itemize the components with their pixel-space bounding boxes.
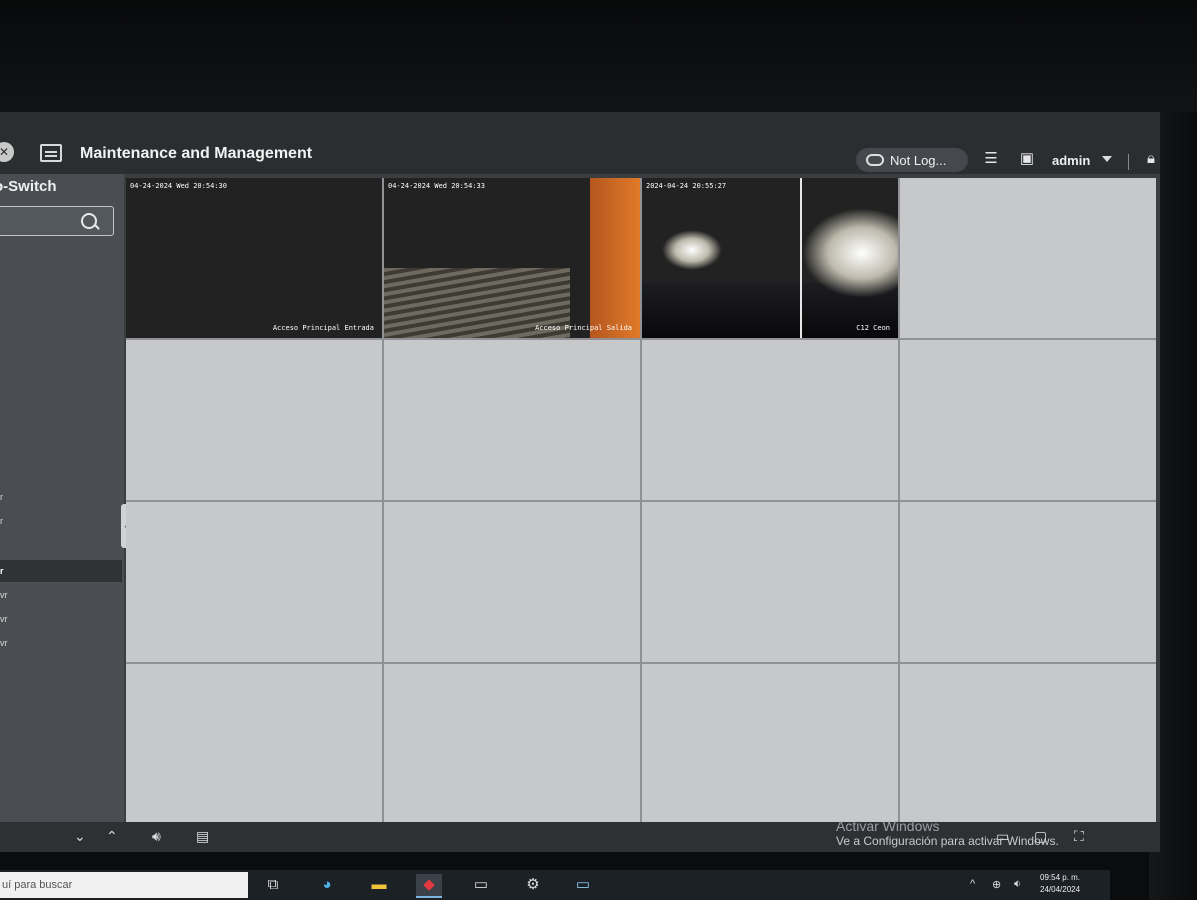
mail-icon[interactable]: ▭ <box>570 874 596 896</box>
camera-tile-2[interactable]: 04-24-2024 Wed 20:54:33 Acceso Principal… <box>384 178 640 338</box>
task-view-icon[interactable]: ⧉ <box>260 874 286 896</box>
chevron-up-icon[interactable]: ^ <box>970 878 975 890</box>
empty-tile[interactable] <box>642 340 898 500</box>
cloud-status-label: Not Log... <box>890 152 947 168</box>
empty-tile[interactable] <box>900 664 1156 824</box>
clock[interactable]: 09:54 p. m. 24/04/2024 <box>1040 872 1080 896</box>
sidebar-item-selected[interactable]: r <box>0 560 122 582</box>
cloud-login-button[interactable]: Not Log... <box>856 148 968 172</box>
image-icon[interactable]: ▣ <box>1016 150 1038 168</box>
empty-tile[interactable] <box>384 664 640 824</box>
sidebar-item[interactable]: r <box>0 510 122 532</box>
title-bar: ✕ Maintenance and Management Not Log... … <box>0 112 1160 174</box>
taskbar-search-input[interactable]: uí para buscar <box>0 872 248 898</box>
monitor-bezel-top <box>0 0 1197 112</box>
search-icon[interactable] <box>81 213 97 229</box>
sidebar-item[interactable]: vr <box>0 632 122 654</box>
live-view-grid: 04-24-2024 Wed 20:54:30 Acceso Principal… <box>126 178 1156 824</box>
empty-tile[interactable] <box>384 502 640 662</box>
clock-date: 24/04/2024 <box>1040 885 1081 894</box>
windows-taskbar: uí para buscar ⧉ ◕ ▬ ◆ ▭ ⚙ ▭ ^ ⊕ 🔉︎ 09:5… <box>0 870 1110 900</box>
camera-name: C12 Ceon <box>856 324 890 332</box>
divider <box>1128 154 1129 170</box>
sidebar-item[interactable]: vr <box>0 608 122 630</box>
list-icon[interactable]: ☰ <box>980 150 1002 168</box>
empty-tile[interactable] <box>126 664 382 824</box>
volume-icon[interactable]: 🔉︎ <box>1014 878 1021 891</box>
empty-tile[interactable] <box>384 340 640 500</box>
app-window: ✕ Maintenance and Management Not Log... … <box>0 112 1160 852</box>
empty-tile[interactable] <box>900 340 1156 500</box>
camera-name: Acceso Principal Entrada <box>272 324 374 332</box>
empty-tile[interactable] <box>642 664 898 824</box>
camera-tile-3[interactable]: 2024-04-24 20:55:27 C12 Ceon <box>642 178 898 338</box>
save-icon[interactable]: ▤ <box>196 828 209 845</box>
page-title: Maintenance and Management <box>80 145 313 162</box>
activation-watermark-detail: Ve a Configuración para activar Windows. <box>836 834 1059 848</box>
camera-video <box>800 178 802 338</box>
camera-tile-1[interactable]: 04-24-2024 Wed 20:54:30 Acceso Principal… <box>126 178 382 338</box>
camera-timestamp: 04-24-2024 Wed 20:54:33 <box>388 182 485 190</box>
empty-tile[interactable] <box>126 340 382 500</box>
fullscreen-icon[interactable]: ⛶ <box>1074 828 1084 845</box>
sidebar-item[interactable]: vr <box>0 584 122 606</box>
chevron-down-icon[interactable] <box>1102 156 1112 162</box>
camera-name: Acceso Principal Salida <box>535 324 632 332</box>
light-glow <box>662 230 722 270</box>
search-input[interactable] <box>0 206 114 236</box>
gear-icon[interactable]: ⚙ <box>520 874 546 896</box>
activation-watermark: Activar Windows <box>836 818 940 834</box>
terminal-icon[interactable]: ▭ <box>468 874 494 896</box>
close-icon[interactable]: ✕ <box>0 142 14 162</box>
sidebar-title: o-Switch <box>0 178 57 195</box>
folder-icon[interactable]: ▬ <box>366 874 392 896</box>
empty-tile[interactable] <box>126 502 382 662</box>
empty-tile[interactable] <box>900 178 1156 338</box>
cloud-icon <box>866 154 884 166</box>
module-icon[interactable] <box>40 144 62 162</box>
empty-tile[interactable] <box>642 502 898 662</box>
volume-icon[interactable]: 🔊︎ <box>152 828 161 845</box>
camera-video <box>590 178 640 338</box>
lock-icon[interactable]: 🔒︎ <box>1140 150 1162 168</box>
clock-time: 09:54 p. m. <box>1040 873 1081 882</box>
empty-tile[interactable] <box>900 502 1156 662</box>
sidebar-item[interactable]: r <box>0 486 122 508</box>
user-menu[interactable]: admin <box>1052 153 1090 168</box>
network-icon[interactable]: ⊕ <box>992 878 1001 891</box>
chevron-down-icon[interactable]: ⌄ <box>74 828 86 845</box>
edge-icon[interactable]: ◕ <box>314 874 340 896</box>
chevron-up-icon[interactable]: ⌃ <box>106 828 118 845</box>
camera-timestamp: 04-24-2024 Wed 20:54:30 <box>130 182 227 190</box>
device-sidebar: o-Switch r r r vr vr vr <box>0 174 124 822</box>
app-icon[interactable]: ◆ <box>416 874 442 898</box>
camera-timestamp: 2024-04-24 20:55:27 <box>646 182 727 190</box>
